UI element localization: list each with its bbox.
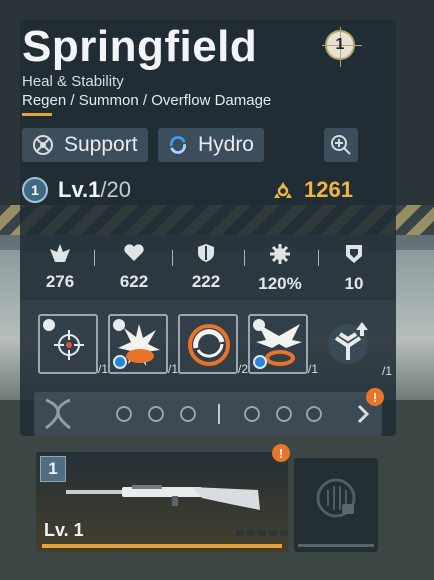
- locked-fingerprint-icon: [316, 478, 356, 518]
- dna-helix-icon: [45, 398, 71, 430]
- stat-crit: 120%: [250, 243, 310, 294]
- skill-slot-upgrade[interactable]: /1: [320, 314, 392, 378]
- slot-dot[interactable]: [116, 406, 132, 422]
- stat-divider: [94, 250, 95, 266]
- shield-stability-icon: [346, 245, 362, 263]
- stat-divider: [318, 250, 319, 266]
- weapon-alert-icon: !: [272, 444, 290, 462]
- weapon-card[interactable]: 1 Lv. 1: [36, 452, 288, 552]
- level-text: Lv.1/20: [58, 177, 131, 203]
- character-role: Heal & Stability: [22, 73, 124, 90]
- health-icon: [124, 244, 144, 261]
- slot-dot[interactable]: [244, 406, 260, 422]
- hydro-swap-icon: [253, 355, 267, 369]
- level-row: 1 Lv.1/20 1261: [22, 175, 358, 205]
- element-chip-hydro[interactable]: Hydro: [158, 128, 264, 162]
- skill-count: /1: [307, 362, 318, 376]
- weapon-level-bar: [42, 544, 282, 548]
- zoom-in-icon: [331, 135, 351, 155]
- stat-stability: 10: [324, 243, 384, 294]
- skill-slot-hydro[interactable]: /2: [178, 314, 248, 376]
- skill-slot-explosion[interactable]: /1: [108, 314, 178, 376]
- class-chip-support[interactable]: Support: [22, 128, 148, 162]
- defense-icon: [198, 244, 214, 262]
- stat-divider: [172, 250, 173, 266]
- character-name: Springfield: [22, 22, 258, 71]
- class-label: Support: [64, 133, 138, 156]
- weapon-level: Lv. 1: [44, 520, 84, 540]
- skill-count: /1: [97, 362, 108, 376]
- hydro-swirl-icon: [188, 324, 230, 366]
- slot-dot[interactable]: [306, 406, 322, 422]
- skill-count: /1: [381, 364, 392, 378]
- skill-slot-eagle[interactable]: /1: [248, 314, 318, 376]
- character-skills: Regen / Summon / Overflow Damage: [22, 92, 272, 109]
- slot-dot[interactable]: [148, 406, 164, 422]
- locked-slot-bar: [298, 544, 374, 547]
- combat-power-value: 1261: [304, 177, 353, 202]
- upgrade-icon: [328, 322, 368, 364]
- chevron-right-icon[interactable]: [356, 404, 370, 424]
- crosshair-icon: [54, 330, 84, 360]
- support-icon: [33, 135, 53, 155]
- skills-underline: [22, 113, 52, 116]
- attack-icon: [50, 244, 70, 262]
- skill-slot-crosshair[interactable]: /1: [38, 314, 108, 376]
- level-current: Lv.1: [58, 177, 101, 202]
- skill-count: /2: [237, 362, 248, 376]
- stat-health: 622: [104, 243, 164, 292]
- slot-dot[interactable]: [180, 406, 196, 422]
- attachment-slot-row[interactable]: [34, 392, 382, 436]
- level-badge-icon: 1: [22, 177, 48, 203]
- stat-attack: 276: [30, 243, 90, 292]
- hydro-swap-icon: [113, 355, 127, 369]
- crit-gear-icon: [270, 244, 290, 264]
- hydro-icon: [170, 136, 186, 154]
- stat-divider: [244, 250, 245, 266]
- locked-slot-card[interactable]: [294, 458, 378, 552]
- element-label: Hydro: [197, 133, 254, 156]
- alert-icon: !: [366, 388, 384, 406]
- slot-dot[interactable]: [276, 406, 292, 422]
- weapon-pips: [236, 530, 288, 536]
- zoom-in-button[interactable]: [324, 128, 358, 162]
- combat-power-icon: [274, 182, 292, 198]
- skill-count: /1: [167, 362, 178, 376]
- stat-defense: 222: [176, 243, 236, 292]
- rank-badge[interactable]: 1: [322, 27, 362, 67]
- rifle-icon: [66, 485, 260, 510]
- level-max: /20: [100, 177, 131, 202]
- slot-separator: [218, 404, 220, 424]
